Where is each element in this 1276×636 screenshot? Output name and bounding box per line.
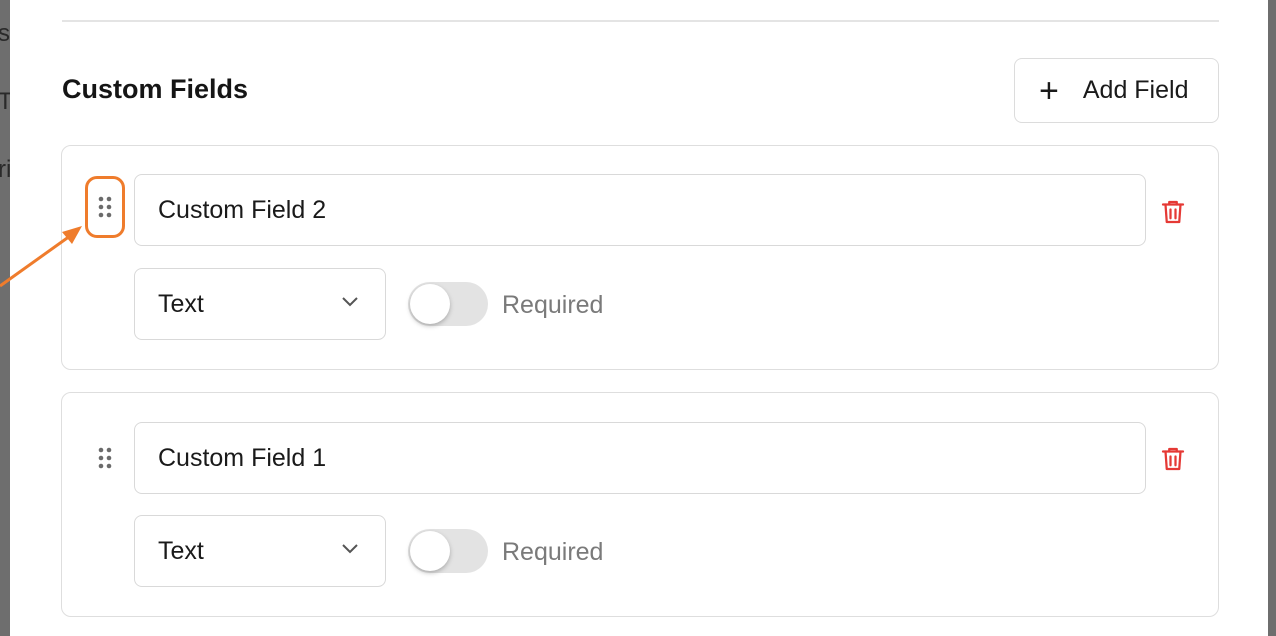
chevron-down-icon bbox=[341, 295, 359, 313]
trash-icon[interactable] bbox=[1158, 197, 1188, 227]
custom-field-card: Text Required bbox=[61, 392, 1219, 617]
toggle-knob bbox=[410, 284, 450, 324]
required-label: Required bbox=[502, 291, 604, 319]
backdrop-right bbox=[1268, 0, 1276, 636]
add-field-button[interactable]: + Add Field bbox=[1014, 58, 1219, 123]
field-type-select[interactable]: Text bbox=[134, 268, 386, 340]
field-type-value: Text bbox=[158, 289, 204, 318]
divider bbox=[62, 20, 1219, 22]
drag-handle-icon[interactable] bbox=[93, 440, 117, 476]
plus-icon: + bbox=[1039, 71, 1059, 110]
required-label: Required bbox=[502, 538, 604, 566]
add-field-label: Add Field bbox=[1082, 76, 1189, 104]
custom-fields-modal: Custom Fields + Add Field Text bbox=[10, 0, 1268, 636]
backdrop-text: s bbox=[0, 20, 10, 47]
trash-icon[interactable] bbox=[1158, 444, 1188, 474]
field-name-input[interactable] bbox=[134, 174, 1146, 246]
chevron-down-icon bbox=[341, 542, 359, 560]
section-title: Custom Fields bbox=[62, 74, 249, 104]
drag-handle-icon[interactable] bbox=[85, 176, 125, 238]
custom-field-card: Text Required bbox=[61, 145, 1219, 370]
field-type-select[interactable]: Text bbox=[134, 515, 386, 587]
required-toggle[interactable] bbox=[408, 529, 488, 573]
required-toggle[interactable] bbox=[408, 282, 488, 326]
toggle-knob bbox=[410, 531, 450, 571]
field-name-input[interactable] bbox=[134, 422, 1146, 494]
field-type-value: Text bbox=[158, 536, 204, 565]
